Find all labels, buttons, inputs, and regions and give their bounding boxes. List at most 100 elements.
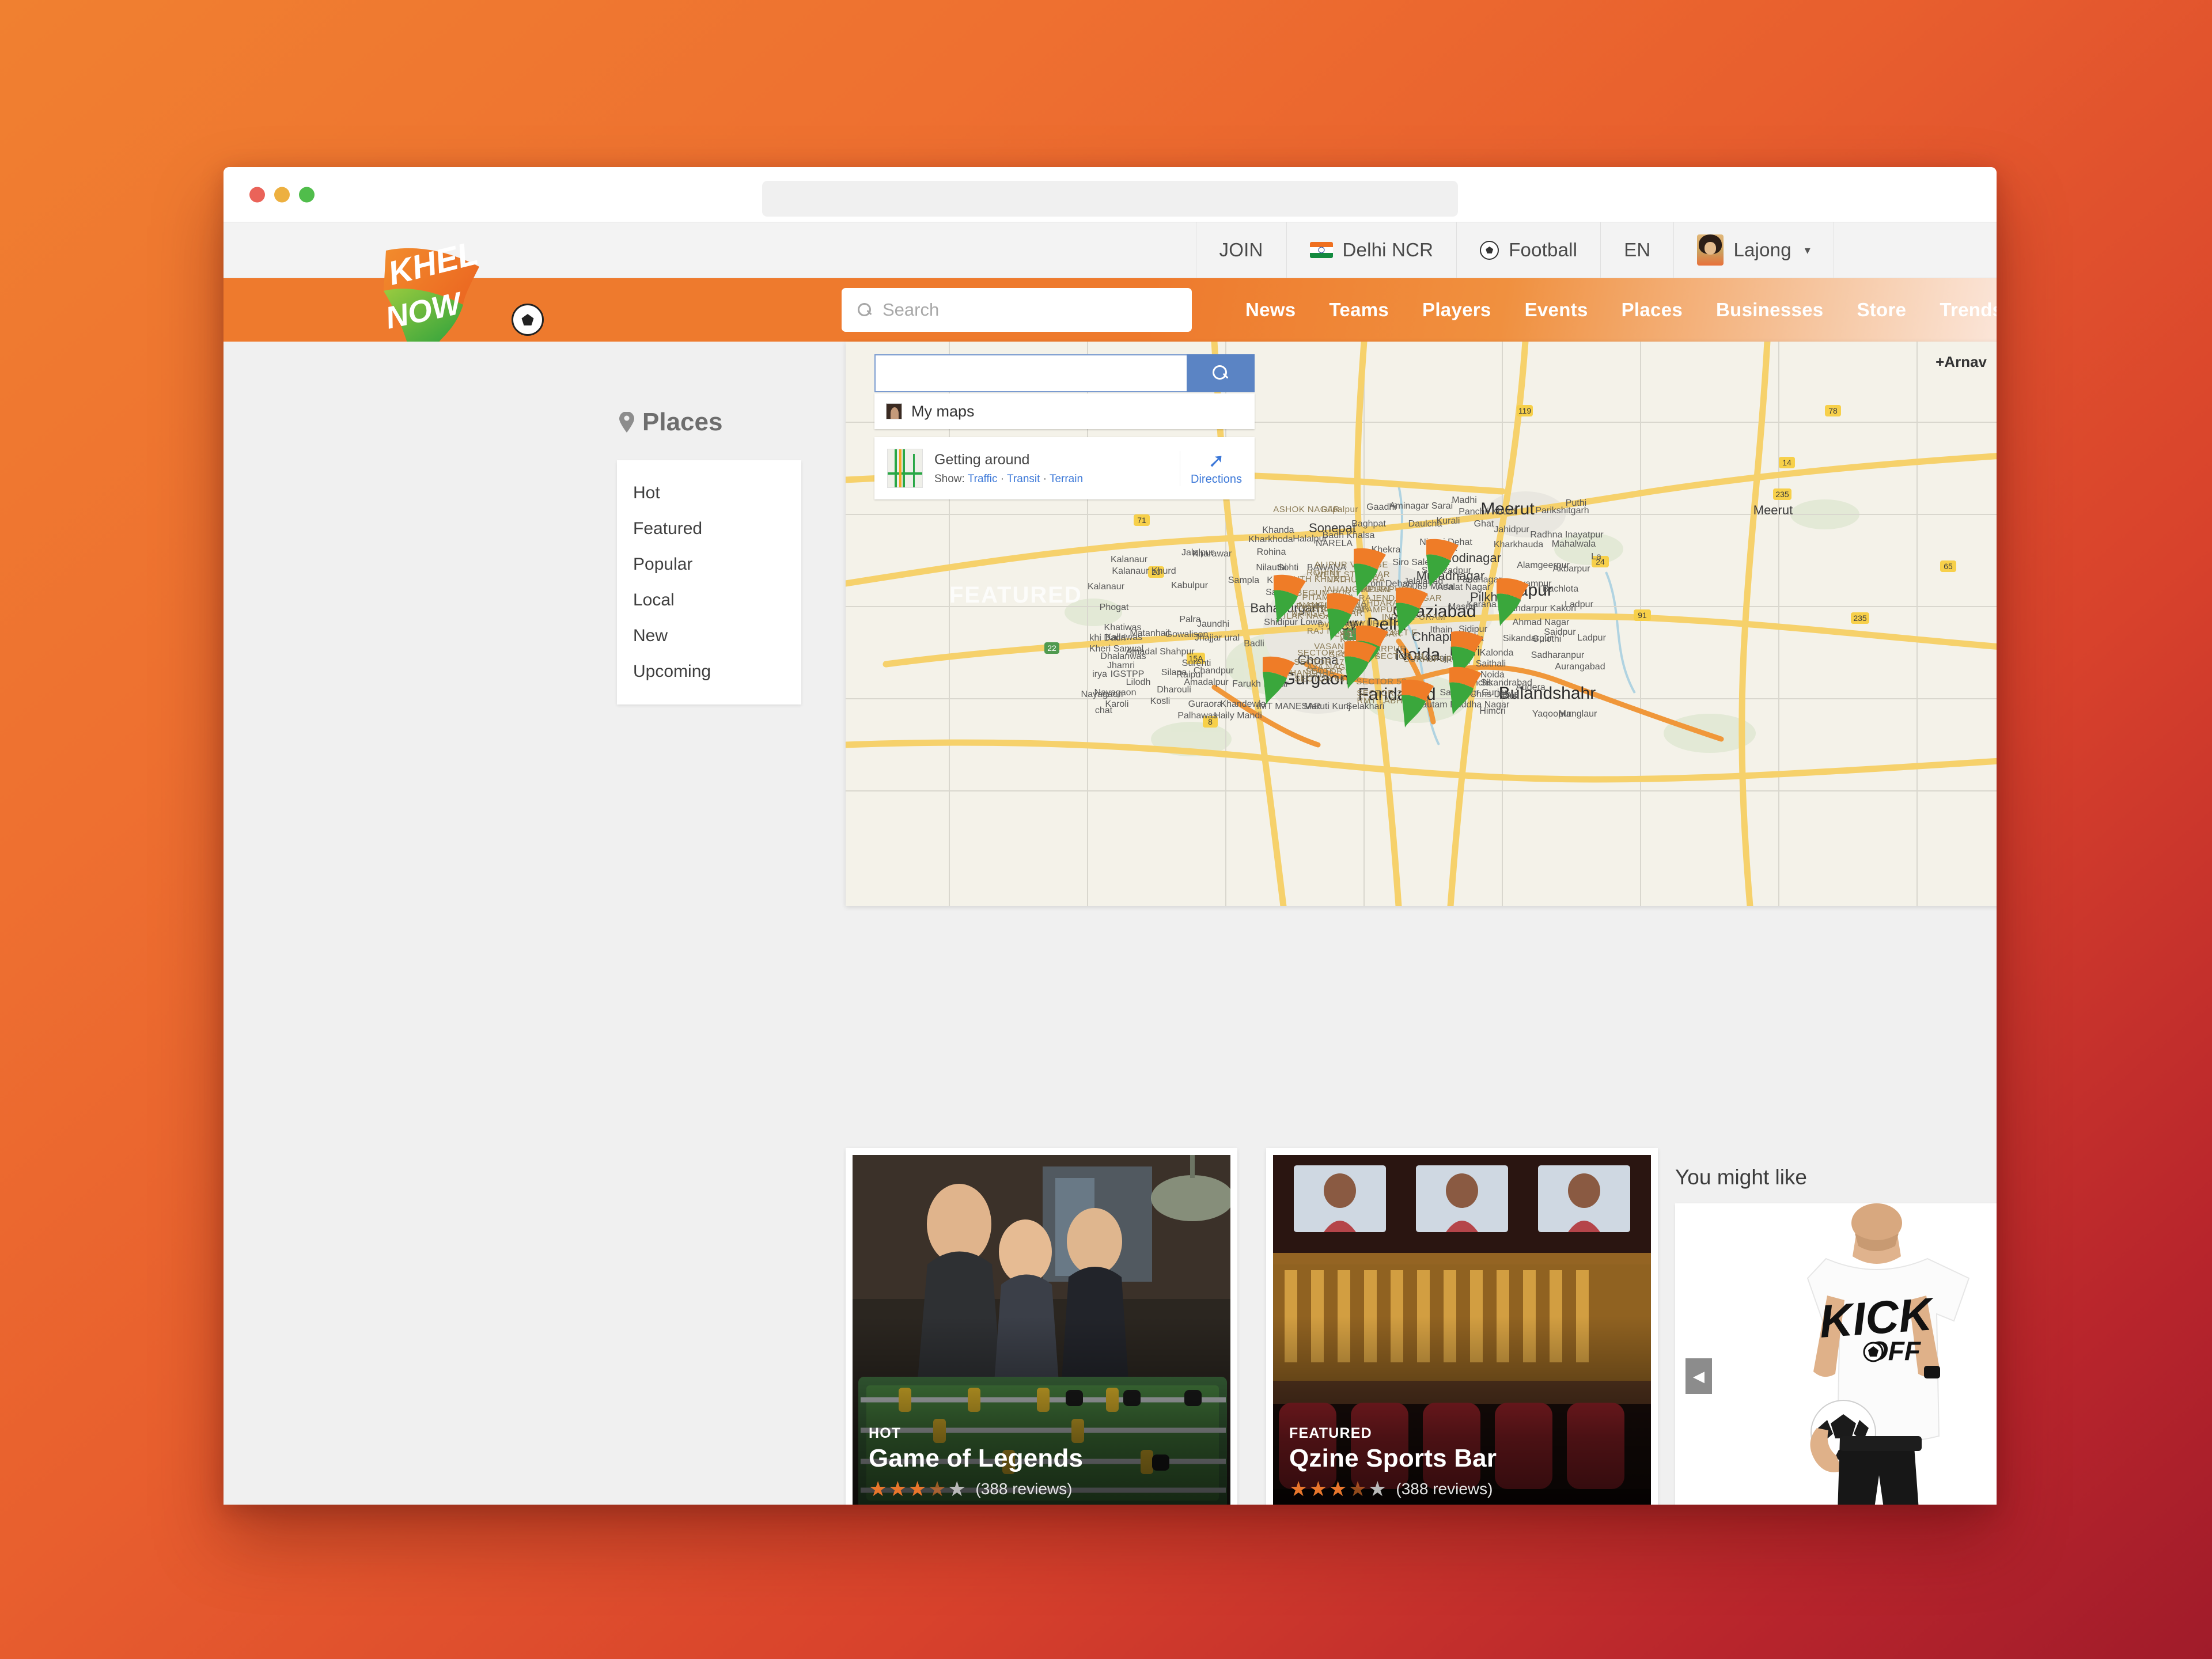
show-terrain-link[interactable]: Terrain xyxy=(1050,473,1083,485)
svg-text:Baghpat: Baghpat xyxy=(1351,519,1386,529)
twitter-icon[interactable]: 🐦 xyxy=(1191,1503,1214,1505)
svg-text:chat: chat xyxy=(1095,706,1113,715)
maximize-window-button[interactable] xyxy=(299,187,315,202)
sidebar-item-new[interactable]: New xyxy=(617,618,801,654)
status-badge: HOT xyxy=(869,1425,902,1441)
carousel-prev-button[interactable]: ◀ xyxy=(1685,1358,1712,1394)
map-marker[interactable] xyxy=(1445,665,1485,715)
map-marker[interactable] xyxy=(1397,678,1437,728)
language-selector[interactable]: EN xyxy=(1600,222,1673,278)
map-marker[interactable] xyxy=(1340,639,1380,689)
football-icon xyxy=(1480,240,1499,260)
map-pin-icon xyxy=(619,412,634,433)
svg-text:irya: irya xyxy=(1092,669,1107,679)
sidebar-item-local[interactable]: Local xyxy=(617,582,801,618)
main-navigation-bar: KHEL NOW Search News Teams Players Event… xyxy=(224,243,1997,381)
search-icon xyxy=(858,302,872,317)
share-icon[interactable]: ➤ xyxy=(1140,1503,1156,1505)
svg-text:Puthi: Puthi xyxy=(1566,498,1586,508)
getting-around-text: Getting around Show: Traffic · Transit ·… xyxy=(923,452,1180,486)
svg-text:91: 91 xyxy=(1638,611,1647,620)
svg-text:Jaundhi: Jaundhi xyxy=(1197,619,1229,629)
search-placeholder: Search xyxy=(882,300,940,320)
join-button[interactable]: JOIN xyxy=(1195,222,1286,278)
svg-text:Kharkhoda: Kharkhoda xyxy=(1248,535,1293,544)
map-search-button[interactable] xyxy=(1187,354,1255,392)
sport-selector[interactable]: Football xyxy=(1456,222,1600,278)
svg-text:Palra: Palra xyxy=(1179,615,1200,624)
map-account-label[interactable]: +Arnav xyxy=(1936,353,1987,371)
svg-text:Dilpalpur: Dilpalpur xyxy=(1321,505,1358,514)
show-traffic-link[interactable]: Traffic xyxy=(968,473,998,485)
facebook-icon[interactable]: f xyxy=(1591,1503,1597,1505)
sidebar-item-featured[interactable]: Featured xyxy=(617,511,801,547)
svg-text:Sohti: Sohti xyxy=(1278,563,1298,573)
rating-stars: ★★★★★ xyxy=(869,1477,968,1501)
svg-text:Guraora: Guraora xyxy=(1188,699,1222,709)
minimize-window-button[interactable] xyxy=(274,187,290,202)
place-card-media: FEATURED Qzine Sports Bar ★★★★★ (388 rev… xyxy=(1273,1155,1651,1505)
place-card[interactable]: HOT Game of Legends ★★★★★ (388 reviews) … xyxy=(846,1148,1237,1505)
nav-item-events[interactable]: Events xyxy=(1508,299,1605,321)
product-carousel[interactable]: KICK OFF ◀ xyxy=(1675,1203,1997,1505)
svg-text:Bachlota: Bachlota xyxy=(1543,584,1578,594)
svg-text:Kharawar: Kharawar xyxy=(1192,549,1232,559)
map-marker[interactable] xyxy=(1349,547,1389,596)
search-input[interactable]: Search xyxy=(842,288,1192,332)
map-marker[interactable] xyxy=(1269,573,1309,623)
svg-text:Ladpur: Ladpur xyxy=(1565,600,1593,609)
minimap-thumbnail-icon xyxy=(887,449,923,488)
address-bar[interactable] xyxy=(762,181,1458,217)
user-menu[interactable]: Lajong ▾ xyxy=(1673,222,1834,278)
chevron-down-icon: ▾ xyxy=(1804,244,1810,257)
sidebar-item-upcoming[interactable]: Upcoming xyxy=(617,654,801,690)
nav-item-places[interactable]: Places xyxy=(1605,299,1699,321)
map-marker[interactable] xyxy=(1492,577,1532,626)
nav-item-store[interactable]: Store xyxy=(1840,299,1923,321)
show-transit-link[interactable]: Transit xyxy=(1007,473,1040,485)
nav-item-players[interactable]: Players xyxy=(1406,299,1508,321)
region-label: Delhi NCR xyxy=(1342,239,1434,260)
place-card[interactable]: FEATURED Qzine Sports Bar ★★★★★ (388 rev… xyxy=(1266,1148,1658,1505)
svg-text:Palhawas: Palhawas xyxy=(1177,711,1217,721)
map-search-input[interactable] xyxy=(874,354,1187,392)
places-map[interactable]: 1 24 91 22 15A 20 10 71 8 235 235 65 119… xyxy=(846,342,1997,906)
svg-text:Kabulpur: Kabulpur xyxy=(1171,581,1209,590)
my-maps-item[interactable]: My maps xyxy=(874,393,1255,429)
nav-item-news[interactable]: News xyxy=(1229,299,1312,321)
map-marker[interactable] xyxy=(1391,586,1431,635)
review-count: (388 reviews) xyxy=(975,1480,1073,1498)
region-selector[interactable]: Delhi NCR xyxy=(1286,222,1457,278)
map-marker[interactable] xyxy=(1258,655,1298,704)
svg-text:Yaqoopur: Yaqoopur xyxy=(1532,709,1572,719)
nav-item-teams[interactable]: Teams xyxy=(1312,299,1406,321)
svg-text:119: 119 xyxy=(1518,406,1532,415)
svg-text:Aminagar Sarai: Aminagar Sarai xyxy=(1389,501,1453,511)
facebook-icon[interactable]: f xyxy=(1171,1503,1177,1505)
place-card-media: HOT Game of Legends ★★★★★ (388 reviews) … xyxy=(853,1155,1230,1505)
svg-text:Phogat: Phogat xyxy=(1100,603,1129,612)
sidebar-item-popular[interactable]: Popular xyxy=(617,547,801,582)
getting-around-show-row: Show: Traffic · Transit · Terrain xyxy=(934,473,1180,486)
map-marker[interactable] xyxy=(1422,537,1462,587)
nav-item-businesses[interactable]: Businesses xyxy=(1699,299,1840,321)
window-controls[interactable] xyxy=(249,187,315,202)
twitter-icon[interactable]: 🐦 xyxy=(1612,1503,1635,1505)
svg-text:Ladpur: Ladpur xyxy=(1577,633,1606,643)
svg-text:Jauli: Jauli xyxy=(1500,691,1519,701)
sidebar-item-hot[interactable]: Hot xyxy=(617,475,801,511)
football-accent-icon xyxy=(512,304,544,336)
close-window-button[interactable] xyxy=(249,187,265,202)
map-featured-watermark: FEATURED xyxy=(949,582,1082,608)
share-icon[interactable]: ➤ xyxy=(1560,1503,1576,1505)
sep-1: · xyxy=(1000,472,1005,485)
nav-item-trends[interactable]: Trends xyxy=(1923,299,1997,321)
svg-text:khi Dadri: khi Dadri xyxy=(1089,633,1126,643)
primary-menu: News Teams Players Events Places Busines… xyxy=(1229,299,1997,321)
directions-button[interactable]: ➚ Directions xyxy=(1180,450,1249,486)
svg-text:Matanhail: Matanhail xyxy=(1130,628,1169,638)
svg-text:La: La xyxy=(1591,552,1601,562)
place-card-title: Game of Legends xyxy=(869,1444,1084,1472)
getting-around-card: Getting around Show: Traffic · Transit ·… xyxy=(874,437,1255,499)
svg-text:71: 71 xyxy=(1137,516,1146,525)
